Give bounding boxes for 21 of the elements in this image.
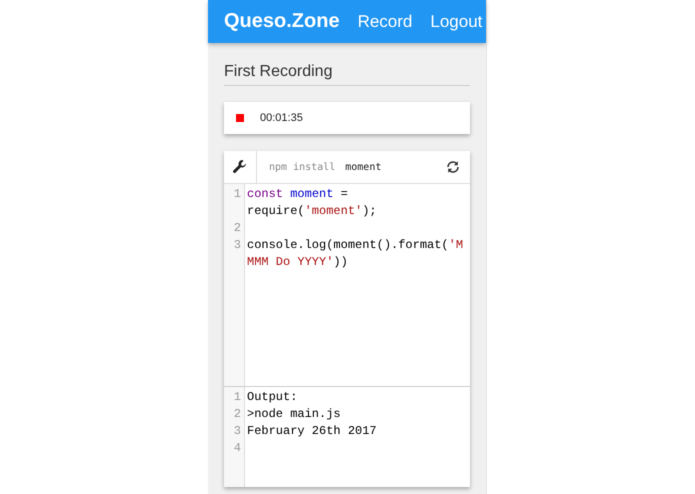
output-line: Output:: [247, 389, 298, 406]
line-number: 4: [232, 440, 242, 457]
nav-link[interactable]: Logout: [430, 12, 482, 32]
refresh-icon[interactable]: [446, 160, 460, 174]
package-field[interactable]: moment: [345, 162, 382, 172]
line-number: 3: [232, 237, 242, 254]
code-line: console.log(moment().format('MMMM Do YYYY')): [247, 237, 464, 271]
recording-time: 00:01:35: [260, 112, 303, 124]
nav-link[interactable]: Record: [358, 12, 412, 32]
wrench-icon[interactable]: [232, 159, 248, 175]
line-number: 1: [232, 389, 242, 406]
line-number: 2: [232, 406, 242, 423]
output-line: February 26th 2017: [247, 423, 378, 440]
brand-link[interactable]: Queso.Zone: [224, 10, 340, 33]
line-number: 3: [232, 423, 242, 440]
code-line: const moment = require('moment');: [247, 186, 378, 220]
line-number: 2: [232, 220, 242, 237]
command-label: npm install: [269, 162, 336, 172]
line-number: 1: [232, 186, 242, 203]
page-title: First Recording: [224, 63, 470, 86]
output-line: >node main.js: [247, 406, 342, 423]
